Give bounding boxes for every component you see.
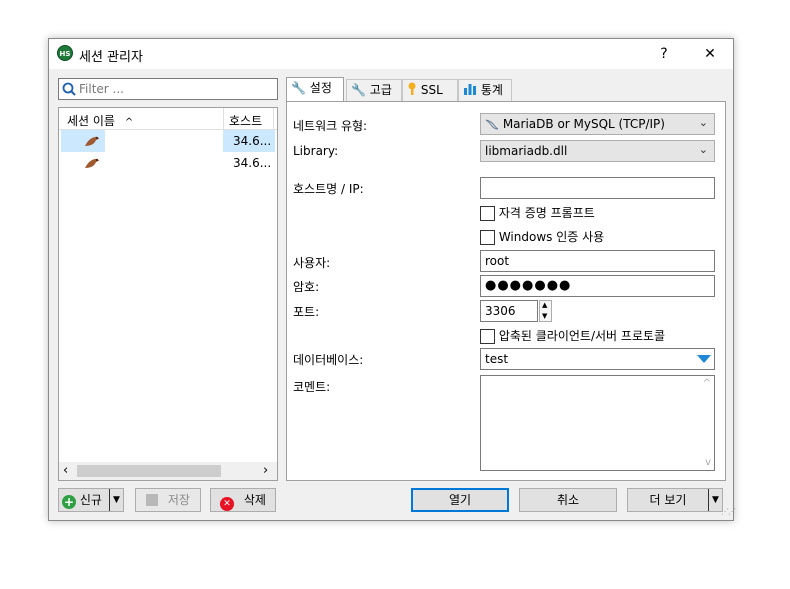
scroll-down-icon[interactable]: v	[705, 457, 711, 468]
port-stepper[interactable]: ▲ ▼	[539, 300, 552, 322]
mariadb-seal-icon	[85, 136, 99, 146]
search-icon	[62, 82, 76, 96]
arrow-up-icon[interactable]: ▲	[542, 301, 547, 309]
database-input[interactable]: test	[480, 348, 715, 370]
app-icon: HS	[57, 45, 73, 61]
wrench-orange-icon: 🔧	[351, 83, 366, 97]
library-label: Library:	[293, 144, 339, 158]
row-host: 34.6...	[223, 130, 275, 152]
database-value: test	[485, 352, 509, 366]
database-label: 데이터베이스:	[293, 353, 364, 367]
network-type-value: MariaDB or MySQL (TCP/IP)	[502, 117, 665, 131]
tab-statistics[interactable]: 통계	[458, 79, 512, 101]
delete-x-icon: ✕	[220, 497, 235, 511]
scroll-thumb[interactable]	[77, 465, 221, 477]
network-type-select[interactable]: MariaDB or MySQL (TCP/IP) ⌄	[480, 113, 715, 135]
table-row[interactable]: 34.6...	[59, 152, 277, 174]
list-header: 세션 이름 ^ 호스트	[59, 108, 277, 130]
user-label: 사용자:	[293, 256, 331, 270]
host-label: 호스트명 / IP:	[293, 182, 364, 196]
dropdown-arrow-icon[interactable]: ▼	[712, 489, 719, 511]
column-name-label: 세션 이름	[67, 114, 115, 128]
tab-advanced[interactable]: 🔧 고급	[346, 79, 402, 101]
chevron-down-icon: ⌄	[698, 143, 708, 156]
bar-chart-icon	[464, 84, 476, 95]
window-title: 세션 관리자	[79, 50, 143, 65]
scroll-right-icon[interactable]: ›	[263, 463, 268, 478]
compressed-protocol-checkbox[interactable]: 압축된 클라이언트/서버 프로토콜	[480, 327, 665, 344]
column-divider	[223, 108, 224, 130]
library-value: libmariadb.dll	[485, 144, 568, 158]
tab-ssl[interactable]: SSL	[402, 79, 458, 101]
delete-button[interactable]: ✕ 삭제	[210, 488, 276, 512]
checkbox-label: 자격 증명 프롬프트	[498, 206, 595, 220]
arrow-down-icon[interactable]: ▼	[542, 312, 547, 320]
floppy-disk-icon	[146, 494, 159, 506]
save-button-label: 저장	[167, 493, 190, 507]
checkbox-label: Windows 인증 사용	[498, 230, 605, 244]
scroll-up-icon[interactable]: ^	[703, 378, 711, 389]
network-type-label: 네트워크 유형:	[293, 119, 368, 133]
windows-auth-checkbox[interactable]: Windows 인증 사용	[480, 228, 604, 245]
tab-label: 설정	[309, 81, 332, 95]
tab-label: SSL	[420, 83, 443, 97]
more-button-label: 더 보기	[649, 493, 687, 507]
table-row[interactable]: 34.6...	[59, 130, 277, 152]
password-label: 암호:	[293, 280, 320, 294]
host-input[interactable]	[480, 177, 715, 199]
library-select[interactable]: libmariadb.dll ⌄	[480, 140, 715, 162]
tab-settings[interactable]: 🔧 설정	[286, 77, 344, 101]
session-manager-window: HS 세션 관리자 ? ✕ Filter ... 세션 이름 ^ 호스트 34.…	[48, 38, 736, 521]
checkbox-box[interactable]	[480, 230, 495, 245]
checkbox-label: 압축된 클라이언트/서버 프로토콜	[498, 329, 666, 343]
mariadb-seal-icon	[85, 158, 99, 168]
open-button[interactable]: 열기	[411, 488, 509, 512]
password-input[interactable]: ●●●●●●●	[480, 275, 715, 297]
sort-asc-icon: ^	[124, 117, 134, 128]
comment-textarea[interactable]: ^ v	[480, 375, 715, 471]
dropdown-triangle-icon[interactable]	[696, 354, 712, 364]
tab-label: 통계	[480, 83, 503, 97]
delete-button-label: 삭제	[243, 493, 266, 507]
close-button[interactable]: ✕	[687, 39, 733, 69]
column-header-host[interactable]: 호스트	[229, 112, 262, 129]
split-divider	[109, 489, 110, 511]
wrench-icon: 🔧	[291, 81, 306, 95]
horizontal-scrollbar[interactable]: ‹ ›	[59, 462, 277, 480]
scroll-left-icon[interactable]: ‹	[63, 463, 68, 478]
settings-panel: 네트워크 유형: Library: 호스트명 / IP: 사용자: 암호: 포트…	[286, 101, 726, 481]
port-input[interactable]: 3306	[480, 300, 538, 322]
split-divider	[708, 489, 709, 511]
column-divider	[273, 108, 274, 130]
chevron-down-icon: ⌄	[698, 116, 708, 129]
title-bar: HS 세션 관리자 ? ✕	[49, 39, 733, 69]
more-button[interactable]: 더 보기 ▼	[627, 488, 723, 512]
port-label: 포트:	[293, 305, 320, 319]
checkbox-box[interactable]	[480, 206, 495, 221]
session-list[interactable]: 세션 이름 ^ 호스트 34.6... 34.6... ‹ ›	[58, 107, 278, 481]
help-button[interactable]: ?	[641, 39, 687, 69]
new-button-label: 신규	[79, 493, 102, 507]
prompt-credentials-checkbox[interactable]: 자격 증명 프롬프트	[480, 204, 595, 221]
tab-label: 고급	[369, 83, 392, 97]
key-icon	[408, 82, 416, 95]
new-button[interactable]: + 신규 ▼	[58, 488, 124, 512]
row-host: 34.6...	[233, 156, 272, 170]
mysql-dolphin-icon	[485, 119, 499, 130]
checkbox-box[interactable]	[480, 329, 495, 344]
cancel-button[interactable]: 취소	[519, 488, 617, 512]
tab-bar: 🔧 설정 🔧 고급 SSL 통계	[286, 77, 726, 103]
user-input[interactable]: root	[480, 250, 715, 272]
column-header-name[interactable]: 세션 이름 ^	[67, 112, 133, 129]
plus-icon: +	[62, 495, 76, 509]
resize-grip-icon[interactable]: ⋰⋰	[721, 508, 736, 521]
filter-placeholder: Filter ...	[79, 82, 124, 96]
comment-label: 코멘트:	[293, 380, 331, 394]
save-button[interactable]: 저장	[135, 488, 201, 512]
dropdown-arrow-icon[interactable]: ▼	[113, 489, 120, 511]
filter-input[interactable]: Filter ...	[58, 78, 278, 100]
